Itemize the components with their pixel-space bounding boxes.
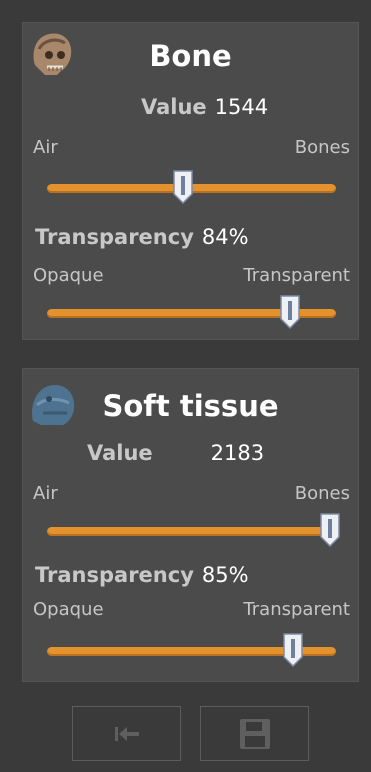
soft-tissue-panel: Soft tissue Value 2183 Air Bones Transpar… — [22, 368, 359, 682]
value-readout: Value 1544 — [141, 95, 268, 119]
transparency-value: 84% — [201, 225, 249, 249]
range-left-label: Air — [33, 483, 58, 504]
value-slider-track[interactable] — [47, 527, 336, 536]
transparency-readout: Transparency 84% — [35, 225, 249, 249]
save-icon — [239, 718, 270, 749]
value-label: Value — [141, 95, 207, 119]
value-readout: Value 2183 — [87, 441, 264, 465]
transparency-slider-handle[interactable] — [280, 295, 300, 329]
transparency-label: Transparency — [35, 563, 194, 587]
panel-title: Bone — [149, 39, 232, 73]
transparency-value: 85% — [201, 563, 249, 587]
transparent-label: Transparent — [243, 599, 350, 620]
value-slider-handle[interactable] — [173, 170, 193, 204]
bone-panel: Bone Value 1544 Air Bones Transparency 84%… — [22, 22, 359, 340]
transparency-label: Transparency — [35, 225, 194, 249]
value-number: 1544 — [214, 95, 269, 119]
transparent-label: Transparent — [243, 265, 350, 286]
opaque-label: Opaque — [33, 599, 104, 620]
reset-button[interactable] — [72, 706, 181, 761]
panel-title: Soft tissue — [102, 389, 279, 423]
transparency-slider-handle[interactable] — [282, 633, 303, 667]
transparency-readout: Transparency 85% — [35, 563, 249, 587]
value-slider-handle[interactable] — [320, 513, 340, 547]
value-label: Value — [87, 441, 153, 465]
reset-to-start-icon — [114, 726, 139, 741]
range-right-label: Bones — [294, 137, 350, 158]
range-left-label: Air — [33, 137, 58, 158]
save-button[interactable] — [200, 706, 309, 761]
opaque-label: Opaque — [33, 265, 104, 286]
range-right-label: Bones — [294, 483, 350, 504]
value-number: 2183 — [210, 441, 265, 465]
